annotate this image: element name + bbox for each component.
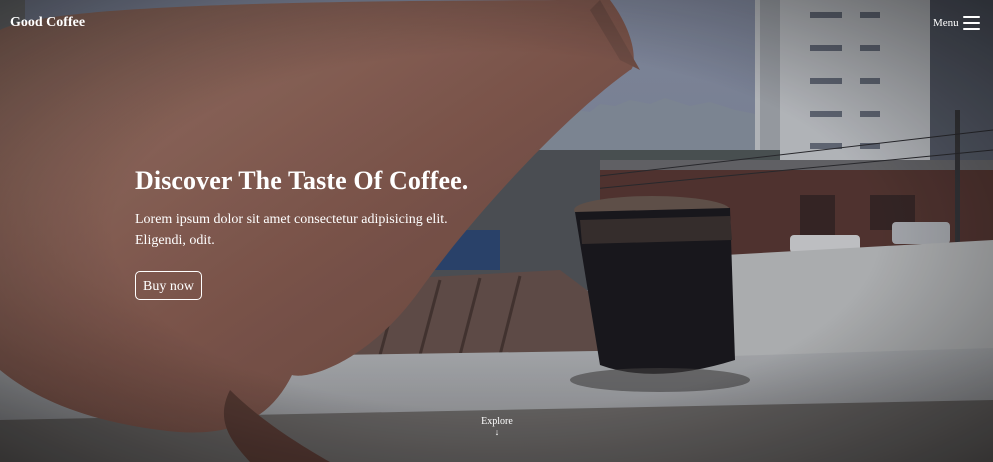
hamburger-menu-icon[interactable]	[961, 14, 983, 32]
buy-now-button[interactable]: Buy now	[135, 271, 202, 300]
hero-section: Good Coffee Menu Discover The Taste Of C…	[0, 0, 993, 462]
hero-content: Discover The Taste Of Coffee. Lorem ipsu…	[135, 164, 495, 300]
arrow-down-icon: ↓	[494, 427, 500, 437]
menu-label[interactable]: Menu	[933, 17, 959, 29]
hero-headline: Discover The Taste Of Coffee.	[135, 166, 469, 195]
hero-lead-text: Lorem ipsum dolor sit amet consectetur a…	[135, 212, 448, 248]
top-navbar: Good Coffee Menu	[0, 0, 993, 46]
explore-link[interactable]: Explore ↓	[465, 416, 529, 437]
brand-logo[interactable]: Good Coffee	[10, 15, 85, 31]
